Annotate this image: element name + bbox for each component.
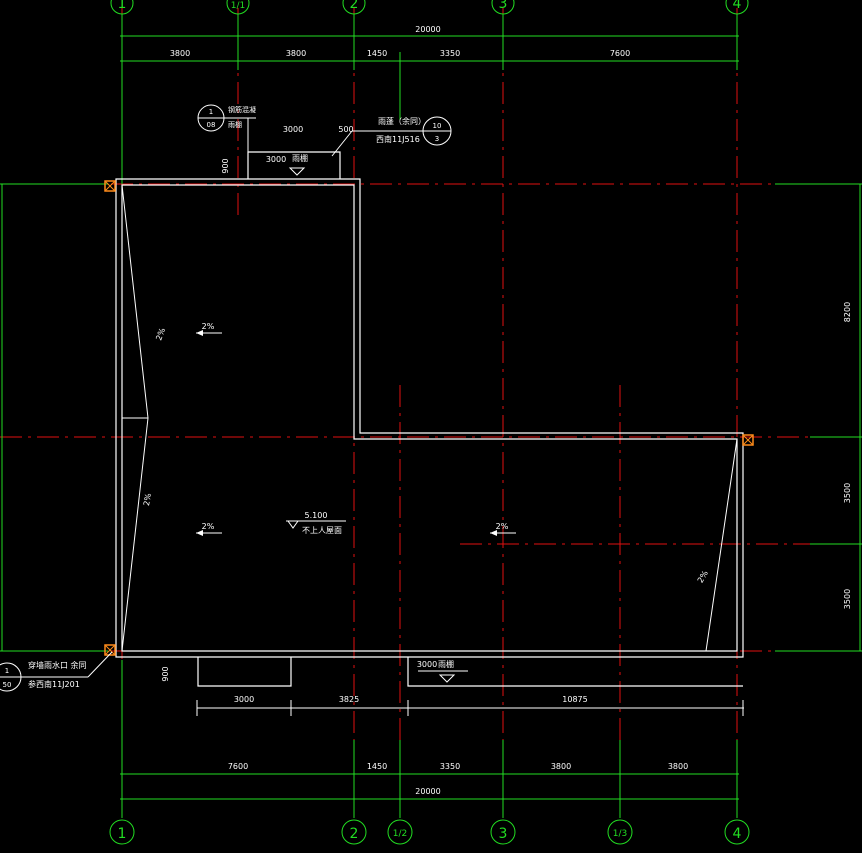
dim-right: 3500	[843, 589, 852, 609]
slope-label: 2%	[154, 326, 167, 341]
axis-label-top: 2	[350, 0, 359, 12]
dim-right: 3500	[843, 483, 852, 503]
callout-top-num: 1	[209, 108, 213, 116]
dim-canopy-upper-width: 3000	[283, 125, 303, 134]
dimension-texts: 20000 3800 3800 1450 3350 7600 7600 1450…	[161, 25, 852, 796]
callout-top-sheet: 08	[207, 121, 216, 129]
dim-top-total: 20000	[415, 25, 440, 34]
axis-label-bottom: 4	[733, 826, 742, 842]
roof-outline	[115, 151, 744, 687]
callout-right: 10 3 雨蓬（余同） 西南11J516	[331, 116, 452, 157]
roof-elevation: 5.100 不上人屋面	[286, 511, 346, 535]
callout-top-line1: 钢筋混凝	[228, 105, 256, 114]
slope-label: 2%	[202, 522, 215, 531]
axis-label-bottom: 3	[499, 826, 508, 842]
axis-bubbles-top: 1 1/1 2 3 4	[110, 0, 749, 15]
dim-bottom-segment: 3800	[668, 762, 688, 771]
axis-label-top: 1	[118, 0, 127, 12]
dim-canopy-lower: 3000	[234, 695, 254, 704]
callout-right-sheet: 3	[435, 135, 439, 143]
callout-left-num: 1	[5, 667, 9, 675]
dimension-lines	[0, 14, 862, 818]
dim-bottom-segment: 1450	[367, 762, 387, 771]
dim-bottom-segment: 3800	[551, 762, 571, 771]
dim-canopy-depth-upper: 900	[221, 158, 230, 173]
dim-top-segment: 3800	[170, 49, 190, 58]
canopy-upper-dim: 3000	[266, 155, 286, 164]
slope-label: 2%	[696, 569, 710, 585]
dim-right: 8200	[843, 302, 852, 322]
canopy-lower-dim: 3000	[417, 660, 437, 669]
dim-top-segment: 1450	[367, 49, 387, 58]
canopy-labels: 3000 雨棚 3000 雨棚	[266, 153, 468, 683]
axis-label-bottom: 1	[118, 826, 127, 842]
axis-label-top: 4	[733, 0, 742, 12]
axis-label-bottom: 2	[350, 826, 359, 842]
callout-right-num: 10	[433, 122, 442, 130]
dim-canopy-lower: 3825	[339, 695, 359, 704]
axis-label-top: 1/1	[231, 1, 245, 11]
roof-drains	[104, 180, 754, 656]
grid-lines	[0, 8, 862, 818]
callout-right-line1: 雨蓬（余同）	[378, 116, 426, 126]
canopy-lower-label: 雨棚	[438, 659, 454, 669]
slope-markers: 2% 2% 2% 2% 2% 2%	[142, 322, 710, 585]
axis-bubbles-bottom: 1 2 1/2 3 1/3 4	[109, 819, 750, 845]
slope-label: 2%	[142, 492, 153, 506]
canopy-upper-label: 雨棚	[292, 153, 308, 163]
dim-canopy-offset: 500	[338, 125, 353, 134]
roof-plan-drawing: 1 1/1 2 3 4 1 2 1/2 3 1/3 4 20000 3800 3…	[0, 0, 862, 845]
callout-top-line2: 雨棚	[228, 120, 242, 129]
dim-bottom-total: 20000	[415, 787, 440, 796]
slope-label: 2%	[496, 522, 509, 531]
dim-bottom-segment: 3350	[440, 762, 460, 771]
dim-canopy-lower: 10875	[562, 695, 587, 704]
callout-left-line2: 参西南11J201	[28, 679, 80, 689]
callout-left-sheet: 50	[3, 681, 12, 689]
callout-top: 1 08 钢筋混凝 雨棚	[197, 104, 256, 152]
roof-elevation-value: 5.100	[305, 511, 328, 520]
callout-left-line1: 穿墙雨水口 余同	[28, 660, 87, 670]
dim-top-segment: 3800	[286, 49, 306, 58]
dim-top-segment: 7600	[610, 49, 630, 58]
canopy-lower-dim-row	[196, 700, 744, 716]
axis-label-bottom: 1/2	[393, 829, 407, 839]
callout-right-line2: 西南11J516	[376, 134, 420, 144]
roof-note: 不上人屋面	[302, 526, 342, 535]
dim-bottom-segment: 7600	[228, 762, 248, 771]
axis-label-top: 3	[499, 0, 508, 12]
dim-canopy-depth-lower: 900	[161, 666, 170, 681]
axis-label-bottom: 1/3	[613, 829, 627, 839]
callout-left: 1 50 穿墙雨水口 余同 参西南11J201	[0, 651, 113, 692]
slope-label: 2%	[202, 322, 215, 331]
dim-top-segment: 3350	[440, 49, 460, 58]
